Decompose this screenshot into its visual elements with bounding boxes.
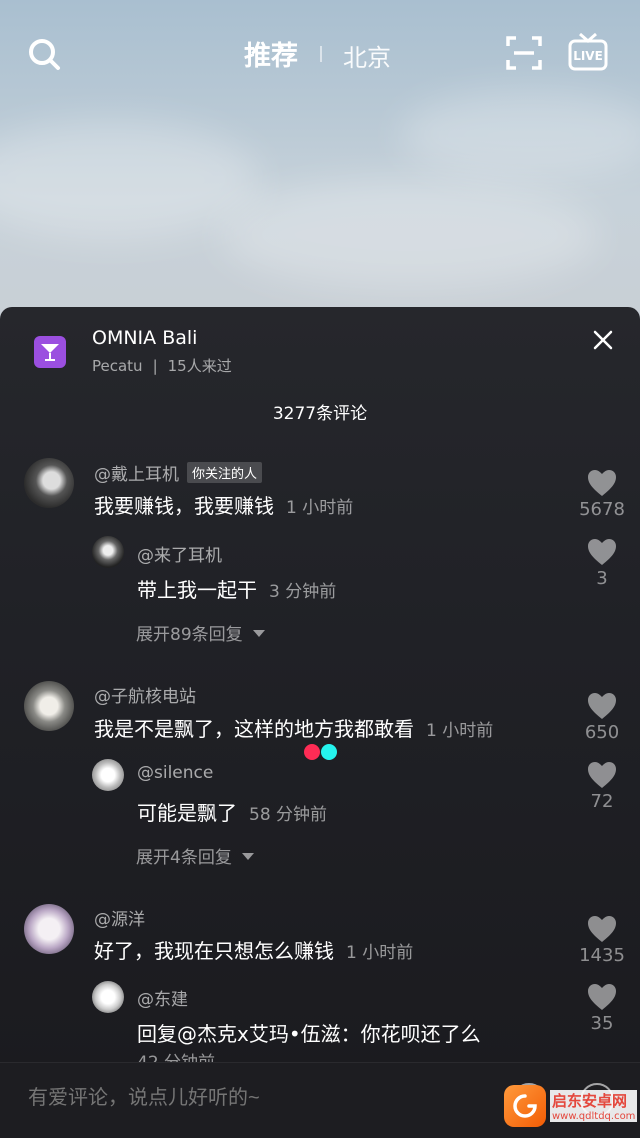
close-icon[interactable]	[592, 329, 614, 351]
comment-username[interactable]: @子航核电站	[94, 682, 196, 707]
comment-time: 1 小时前	[346, 943, 414, 963]
comment-username[interactable]: @源洋	[94, 905, 145, 930]
comment-input[interactable]	[28, 1087, 468, 1110]
avatar[interactable]	[24, 681, 74, 731]
watermark: 启东安卓网 www.qdltdq.com	[504, 1076, 640, 1136]
like-count: 650	[584, 722, 620, 743]
location-title[interactable]: OMNIA Bali	[92, 327, 197, 349]
avatar[interactable]	[92, 759, 124, 791]
heart-icon	[588, 693, 616, 719]
comment-sheet: OMNIA Bali Pecatu | 15人来过 3277条评论 @戴上耳机 你关注…	[0, 307, 640, 1138]
reply-text: 回复@杰克x艾玛•伍滋：你花呗还了么	[137, 1022, 481, 1046]
avatar[interactable]	[92, 536, 124, 568]
comment-count: 3277条评论	[272, 404, 368, 424]
watermark-url: www.qdltdq.com	[550, 1111, 638, 1122]
watermark-logo-icon	[504, 1085, 546, 1127]
tab-city[interactable]: 北京	[343, 38, 391, 73]
reply-username[interactable]: @silence	[137, 763, 213, 783]
like-button[interactable]: 1435	[572, 915, 632, 966]
like-button[interactable]: 650	[572, 692, 632, 743]
like-button[interactable]: 3	[572, 538, 632, 589]
comment-username[interactable]: @戴上耳机 你关注的人	[94, 460, 263, 485]
live-label: LIVE	[573, 49, 603, 63]
comment-time: 1 小时前	[426, 721, 494, 741]
watermark-text: 启东安卓网 www.qdltdq.com	[550, 1090, 638, 1122]
caret-down-icon	[241, 853, 254, 860]
like-button[interactable]: 5678	[572, 469, 632, 520]
cocktail-icon[interactable]	[34, 336, 66, 368]
live-icon[interactable]: LIVE	[568, 32, 608, 72]
location-visitors: 15人来过	[167, 357, 232, 375]
comment-time: 1 小时前	[286, 498, 354, 518]
heart-icon	[588, 916, 616, 942]
location-subtitle: Pecatu | 15人来过	[92, 355, 232, 376]
reply-username[interactable]: @东建	[137, 985, 188, 1010]
heart-icon	[588, 984, 616, 1010]
top-bar: 推荐 北京 LIVE	[0, 0, 640, 110]
search-icon[interactable]	[26, 36, 62, 72]
heart-icon	[588, 470, 616, 496]
like-count: 3	[596, 568, 608, 589]
reply-time: 3 分钟前	[269, 582, 337, 602]
heart-icon	[588, 762, 616, 788]
reply-text: 带上我一起干 3 分钟前	[137, 578, 337, 602]
like-button[interactable]: 72	[572, 761, 632, 812]
like-count: 72	[590, 791, 614, 812]
avatar[interactable]	[24, 458, 74, 508]
caret-down-icon	[252, 630, 265, 637]
comment-text: 我是不是飘了，这样的地方我都敢看 1 小时前	[94, 717, 494, 741]
comment-text: 好了，我现在只想怎么赚钱 1 小时前	[94, 939, 414, 963]
tab-recommend[interactable]: 推荐	[244, 34, 298, 73]
like-count: 5678	[579, 499, 625, 520]
heart-icon	[588, 539, 616, 565]
comment-text: 我要赚钱，我要赚钱 1 小时前	[94, 494, 354, 518]
location-separator: |	[152, 357, 158, 375]
reply-time: 58 分钟前	[249, 805, 328, 825]
reply-text: 可能是飘了 58 分钟前	[137, 801, 328, 825]
avatar[interactable]	[92, 981, 124, 1013]
like-count: 1435	[579, 945, 625, 966]
expand-replies-button[interactable]: 展开4条回复	[136, 843, 254, 868]
like-button[interactable]: 35	[572, 983, 632, 1034]
location-place: Pecatu	[92, 357, 143, 375]
tab-divider	[320, 46, 322, 62]
loading-indicator	[304, 744, 337, 760]
scan-icon[interactable]	[506, 36, 542, 70]
avatar[interactable]	[24, 904, 74, 954]
watermark-name: 启东安卓网	[550, 1090, 638, 1111]
expand-replies-button[interactable]: 展开89条回复	[136, 620, 265, 645]
like-count: 35	[590, 1013, 614, 1034]
following-badge: 你关注的人	[187, 462, 263, 483]
reply-username[interactable]: @来了耳机	[137, 541, 222, 566]
